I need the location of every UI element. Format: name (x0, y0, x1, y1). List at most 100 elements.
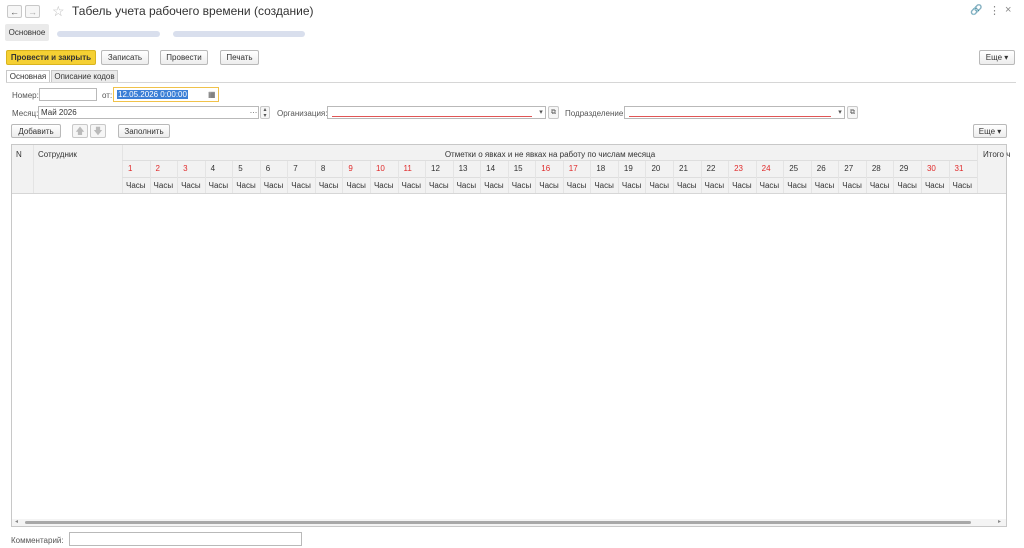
post-button[interactable]: Провести (160, 50, 208, 65)
day-number[interactable]: 27 (844, 164, 853, 173)
day-number[interactable]: 1 (128, 164, 132, 173)
print-button[interactable]: Печать (220, 50, 259, 65)
day-separator (562, 161, 564, 193)
hours-label: Часы (594, 181, 614, 190)
col-n-header[interactable]: N (16, 150, 22, 159)
hours-label: Часы (126, 181, 146, 190)
organization-label: Организация: (277, 109, 328, 118)
day-separator (893, 161, 895, 193)
close-icon[interactable]: × (1005, 4, 1011, 16)
hours-label: Часы (401, 181, 422, 190)
link-icon[interactable]: 🔗 (970, 5, 982, 16)
org-open-icon[interactable]: ⧉ (548, 106, 559, 119)
day-separator (425, 161, 427, 193)
day-number[interactable]: 18 (596, 164, 605, 173)
blurred-link[interactable] (57, 31, 160, 37)
more-vertical-icon[interactable]: ⋮ (989, 4, 1000, 17)
header-divider (122, 160, 977, 161)
day-number[interactable]: 15 (514, 164, 523, 173)
day-number[interactable]: 24 (762, 164, 771, 173)
day-number[interactable]: 23 (734, 164, 743, 173)
department-field[interactable] (624, 106, 845, 119)
scroll-right-icon[interactable]: ▸ (998, 518, 1001, 525)
day-number[interactable]: 17 (569, 164, 578, 173)
day-number[interactable]: 4 (211, 164, 215, 173)
day-number[interactable]: 31 (955, 164, 964, 173)
day-number[interactable]: 6 (266, 164, 270, 173)
day-number[interactable]: 8 (321, 164, 325, 173)
dept-open-icon[interactable]: ⧉ (847, 106, 858, 119)
day-separator (480, 161, 482, 193)
write-button[interactable]: Записать (101, 50, 149, 65)
day-separator (865, 161, 867, 193)
number-field[interactable] (39, 88, 97, 101)
day-number[interactable]: 19 (624, 164, 633, 173)
dept-dropdown-icon[interactable]: ▾ (835, 107, 845, 118)
col-total-header[interactable]: Итого ч (983, 150, 1010, 159)
day-number[interactable]: 2 (156, 164, 160, 173)
chevron-down-icon: ▾ (997, 127, 1002, 136)
comment-field[interactable] (69, 532, 302, 546)
day-number[interactable]: 20 (651, 164, 660, 173)
post-and-close-button[interactable]: Провести и закрыть (6, 50, 96, 65)
day-separator (673, 161, 674, 193)
move-down-icon[interactable]: 🡇 (90, 124, 106, 138)
col-employee-header[interactable]: Сотрудник (38, 150, 77, 159)
day-number[interactable]: 30 (927, 164, 936, 173)
day-number[interactable]: 13 (459, 164, 468, 173)
day-number[interactable]: 28 (872, 164, 881, 173)
table-more-button[interactable]: Еще ▾ (973, 124, 1007, 138)
ellipsis-icon[interactable]: … (248, 107, 259, 118)
day-separator (535, 161, 537, 193)
day-separator (507, 161, 509, 193)
favorite-star-icon[interactable]: ☆ (52, 3, 65, 20)
subnav-tab-main[interactable]: Основное (5, 24, 49, 41)
day-number[interactable]: 3 (183, 164, 187, 173)
scroll-left-icon[interactable]: ◂ (15, 518, 18, 525)
day-number[interactable]: 7 (293, 164, 297, 173)
col-separator (977, 145, 978, 193)
day-separator (645, 161, 647, 193)
day-number[interactable]: 9 (348, 164, 352, 173)
day-number[interactable]: 5 (238, 164, 242, 173)
chevron-down-icon: ▾ (1004, 53, 1009, 62)
required-underline (629, 116, 831, 117)
month-label: Месяц: (12, 109, 39, 118)
org-dropdown-icon[interactable]: ▾ (536, 107, 546, 118)
scrollbar-thumb[interactable] (25, 521, 971, 524)
forward-button[interactable]: → (25, 5, 40, 18)
hours-label: Часы (456, 181, 477, 190)
more-button[interactable]: Еще ▾ (979, 50, 1015, 65)
day-number[interactable]: 14 (486, 164, 495, 173)
day-number[interactable]: 12 (431, 164, 440, 173)
move-up-icon[interactable]: 🡅 (72, 124, 88, 138)
day-number[interactable]: 10 (376, 164, 385, 173)
horizontal-scrollbar[interactable]: ◂ ▸ (12, 519, 1006, 526)
timesheet-table[interactable]: N Сотрудник Отметки о явках и не явках н… (11, 144, 1010, 527)
day-number[interactable]: 25 (789, 164, 798, 173)
hours-label: Часы (153, 181, 174, 190)
header-divider (122, 177, 977, 178)
add-button[interactable]: Добавить (11, 124, 61, 138)
col-marks-header[interactable]: Отметки о явках и не явках на работу по … (123, 150, 977, 159)
day-number[interactable]: 16 (541, 164, 550, 173)
spin-updown-icon[interactable]: ▴ ▾ (260, 106, 270, 119)
date-field[interactable]: 12.05.2026 0:00:00 ▦ (113, 87, 219, 102)
back-button[interactable]: ← (7, 5, 22, 18)
day-separator (342, 161, 344, 193)
hours-label: Часы (484, 181, 504, 190)
day-number[interactable]: 29 (899, 164, 908, 173)
required-underline (332, 116, 532, 117)
fill-button[interactable]: Заполнить (118, 124, 170, 138)
organization-field[interactable] (327, 106, 546, 119)
day-number[interactable]: 11 (404, 164, 412, 173)
day-number[interactable]: 21 (679, 164, 688, 173)
day-separator (700, 161, 702, 193)
day-number[interactable]: 26 (817, 164, 826, 173)
calendar-icon[interactable]: ▦ (208, 89, 216, 100)
window-title: Табель учета рабочего времени (создание) (72, 4, 314, 18)
month-field[interactable]: Май 2026 (38, 106, 259, 119)
blurred-link[interactable] (173, 31, 305, 37)
day-separator (617, 161, 619, 193)
day-number[interactable]: 22 (707, 164, 716, 173)
